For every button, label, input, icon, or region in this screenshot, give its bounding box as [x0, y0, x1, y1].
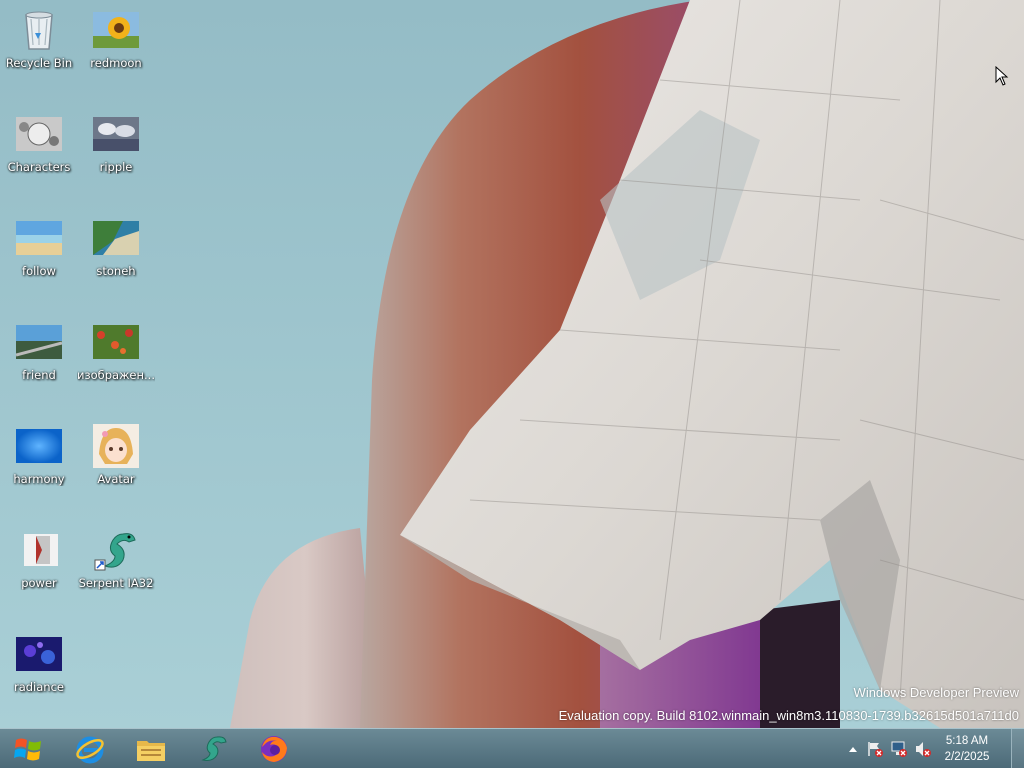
action-center-tray-button[interactable]: [865, 739, 885, 759]
blue-abstract-image-icon: [15, 426, 63, 466]
network-tray-button[interactable]: [889, 739, 909, 759]
desktop-icon-follow[interactable]: follow: [2, 212, 76, 292]
taskbar-internet-explorer-button[interactable]: [62, 730, 118, 768]
start-button[interactable]: [0, 730, 56, 768]
show-desktop-button[interactable]: [1011, 729, 1024, 768]
ripple-image-icon: [92, 114, 140, 154]
taskbar: 5:18 AM 2/2/2025: [0, 728, 1024, 768]
sunflower-image-icon: [92, 10, 140, 50]
network-disconnected-icon: [891, 741, 907, 757]
beach-image-icon: [15, 218, 63, 258]
volume-muted-icon: [916, 742, 931, 757]
desktop-icon-label: power: [21, 576, 57, 590]
desktop-icon-label: Serpent IA32: [78, 576, 154, 590]
desktop-icon-redmoon[interactable]: redmoon: [79, 4, 153, 84]
power-image-icon: [15, 530, 63, 570]
desktop-icon-label: follow: [22, 264, 56, 278]
desktop-icon-label: Characters: [7, 160, 71, 174]
clock-date: 2/2/2025: [944, 751, 990, 763]
desktop-icon-label: Avatar: [97, 472, 135, 486]
recycle-bin-icon: [15, 10, 63, 50]
coast-image-icon: [92, 218, 140, 258]
taskbar-serpent-button[interactable]: [184, 730, 240, 768]
desktop-icon-label: ripple: [99, 160, 133, 174]
clock-time: 5:18 AM: [945, 735, 989, 747]
desktop-icon-label: stoneh: [96, 264, 136, 278]
desktop-icon-avatar[interactable]: Avatar: [79, 420, 153, 500]
desktop-icon-recycle-bin[interactable]: Recycle Bin: [2, 4, 76, 84]
desktop-icon-label: Recycle Bin: [5, 56, 73, 70]
flowers-image-icon: [92, 322, 140, 362]
taskbar-firefox-button[interactable]: [246, 730, 302, 768]
file-explorer-icon: [137, 741, 165, 761]
action-center-flag-icon: [868, 742, 883, 757]
desktop-icon-ripple[interactable]: ripple: [79, 108, 153, 188]
desktop-icon-friend[interactable]: friend: [2, 316, 76, 396]
desktop-icon-label: friend: [22, 368, 56, 382]
desktop-icon-power[interactable]: power: [2, 524, 76, 604]
desktop-wallpaper: [0, 0, 1024, 728]
taskbar-file-explorer-button[interactable]: [123, 730, 179, 768]
desktop-icon-label: radiance: [13, 680, 64, 694]
internet-explorer-icon: [76, 736, 104, 764]
desktop-icon-label: изображен...: [77, 368, 155, 382]
mouse-cursor-icon: [995, 66, 1009, 86]
desktop-icon-label: harmony: [13, 472, 65, 486]
anime-avatar-image-icon: [92, 424, 140, 468]
evaluation-watermark-title: Windows Developer Preview: [853, 685, 1019, 700]
serpent-icon: [201, 736, 227, 761]
windows-logo-icon: [14, 738, 41, 761]
radiance-image-icon: [15, 634, 63, 674]
characters-image-icon: [15, 114, 63, 154]
volume-tray-button[interactable]: [913, 739, 933, 759]
evaluation-watermark-build: Evaluation copy. Build 8102.winmain_win8…: [558, 708, 1019, 723]
serpent-shortcut-icon: [92, 530, 140, 571]
desktop-icon-stoneh[interactable]: stoneh: [79, 212, 153, 292]
desktop-icon-label: redmoon: [90, 56, 142, 70]
railway-image-icon: [15, 322, 63, 362]
desktop-icon-characters[interactable]: Characters: [2, 108, 76, 188]
firefox-icon: [261, 736, 287, 762]
show-hidden-icons-button[interactable]: [843, 739, 863, 759]
chevron-up-icon: [849, 747, 857, 752]
desktop-icon-image[interactable]: изображен...: [77, 316, 155, 396]
desktop-icon-harmony[interactable]: harmony: [2, 420, 76, 500]
taskbar-clock[interactable]: 5:18 AM 2/2/2025: [932, 733, 1002, 765]
desktop-icon-radiance[interactable]: radiance: [2, 628, 76, 708]
desktop-icon-serpent-ia32[interactable]: Serpent IA32: [79, 524, 153, 604]
